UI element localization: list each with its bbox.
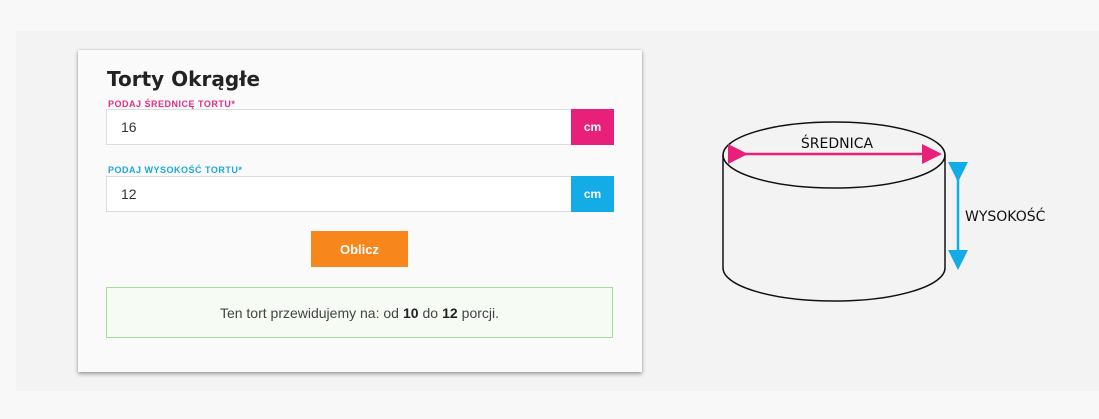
card-title: Torty Okrągłe bbox=[107, 67, 261, 91]
diameter-field-row: cm bbox=[106, 109, 614, 145]
diameter-label: PODAJ ŚREDNICĘ TORTU* bbox=[108, 99, 236, 109]
height-field-row: cm bbox=[106, 176, 614, 212]
result-prefix: Ten tort przewidujemy na: od bbox=[219, 304, 399, 321]
result-min: 10 bbox=[402, 304, 419, 321]
height-input[interactable] bbox=[106, 176, 571, 212]
diameter-unit-badge: cm bbox=[571, 109, 614, 145]
height-diagram-label: WYSOKOŚĆ bbox=[965, 207, 1046, 225]
page: Torty Okrągłe PODAJ ŚREDNICĘ TORTU* cm P… bbox=[0, 0, 1099, 419]
result-box: Ten tort przewidujemy na: od 10 do 12 po… bbox=[106, 287, 613, 338]
diameter-input[interactable] bbox=[106, 109, 571, 145]
height-label: PODAJ WYSOKOŚĆ TORTU* bbox=[108, 165, 243, 175]
cake-diagram: ŚREDNICA WYSOKOŚĆ bbox=[722, 121, 1046, 302]
result-middle: do bbox=[422, 304, 439, 321]
calculate-button[interactable]: Oblicz bbox=[311, 231, 408, 267]
diameter-diagram-label: ŚREDNICA bbox=[801, 134, 874, 152]
result-suffix: porcji. bbox=[461, 304, 500, 321]
result-max: 12 bbox=[442, 304, 458, 321]
height-unit-badge: cm bbox=[571, 176, 614, 212]
calculator-card: Torty Okrągłe PODAJ ŚREDNICĘ TORTU* cm P… bbox=[78, 50, 642, 372]
